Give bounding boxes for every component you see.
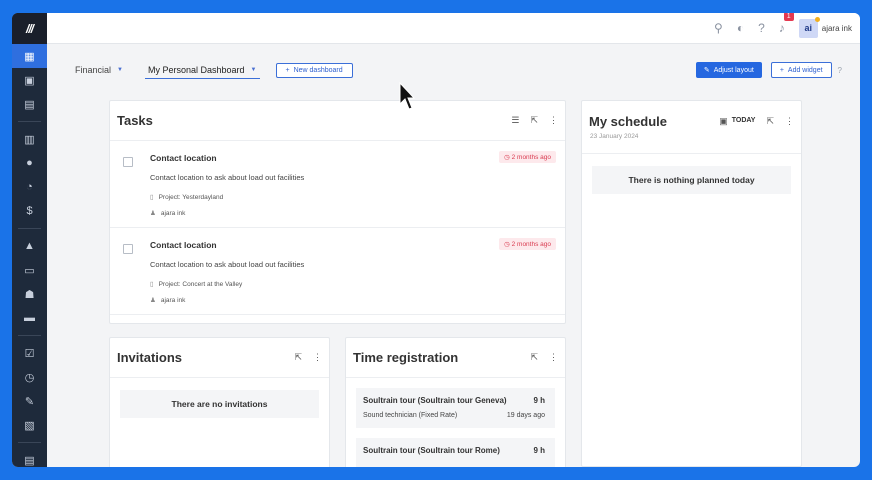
- calendar-icon[interactable]: ▣: [12, 68, 47, 92]
- due-badge: ◷ 2 months ago: [499, 238, 556, 250]
- chat-icon[interactable]: ▤: [12, 448, 47, 467]
- top-bar: ⚲ ◐ ? ♪ 1 ai ajara ink: [47, 13, 860, 44]
- help-circle-icon[interactable]: ?: [838, 66, 842, 75]
- plus-icon: +: [285, 66, 290, 74]
- open-external-icon[interactable]: ⇱: [530, 352, 538, 363]
- help-icon[interactable]: ?: [758, 21, 765, 35]
- theme-icon[interactable]: ◐: [737, 21, 744, 35]
- clock-icon: ◷: [504, 241, 510, 248]
- open-external-icon[interactable]: ⇱: [766, 116, 774, 127]
- shapes-icon[interactable]: ▲: [12, 234, 47, 258]
- time-registration-widget: Time registration ⇱ ⋮ Soultrain tour (So…: [345, 337, 566, 467]
- caret-down-icon: ▼: [250, 66, 257, 73]
- avatar[interactable]: ai: [798, 16, 820, 38]
- document-icon: ▯: [150, 281, 154, 288]
- task-checkbox[interactable]: [123, 244, 133, 254]
- task-checkbox[interactable]: [123, 157, 133, 167]
- open-external-icon[interactable]: ⇱: [530, 115, 538, 126]
- more-vert-icon[interactable]: ⋮: [549, 115, 558, 126]
- person-icon[interactable]: ●: [12, 151, 47, 175]
- adjust-layout-button[interactable]: ✎ Adjust layout: [695, 62, 762, 78]
- app-window: /// ▦ ▣ ▤ ▥ ● ◔ $ ▲ ▭ ☗ ▬ ☑ ◷ ✎ ▧ ▤ ⌄ ⚲ …: [12, 13, 860, 467]
- bell-icon[interactable]: ♪ 1: [779, 13, 794, 35]
- pencil-icon: ✎: [703, 67, 710, 74]
- schedule-widget: My schedule ▣ TODAY ⇱ ⋮ 23 January 2024 …: [581, 100, 802, 467]
- active-dashboard-select[interactable]: My Personal Dashboard ▼: [144, 61, 260, 79]
- wrench-icon[interactable]: ✎: [12, 389, 47, 413]
- tasks-widget: Tasks ☰ ⇱ ⋮ Contact location Contact loc…: [109, 100, 566, 324]
- notification-badge: 1: [783, 13, 794, 21]
- open-external-icon[interactable]: ⇱: [294, 352, 302, 363]
- invitations-widget: Invitations ⇱ ⋮ There are no invitations: [109, 337, 330, 467]
- more-vert-icon[interactable]: ⋮: [549, 352, 558, 363]
- group-icon[interactable]: ☗: [12, 282, 47, 306]
- filter-icon[interactable]: ☰: [511, 115, 519, 126]
- document-icon: ▯: [150, 194, 154, 201]
- widget-title: Invitations: [117, 350, 183, 365]
- app-logo[interactable]: ///: [12, 13, 47, 44]
- clock-icon[interactable]: ◷: [12, 365, 47, 389]
- widget-title: My schedule: [589, 114, 668, 129]
- chart-icon[interactable]: ◔: [12, 175, 47, 199]
- due-badge: ◷ 2 months ago: [499, 151, 556, 163]
- plus-icon: +: [779, 66, 784, 74]
- empty-state: There are no invitations: [120, 390, 319, 418]
- schedule-date: 23 January 2024: [590, 133, 639, 140]
- left-nav-rail: /// ▦ ▣ ▤ ▥ ● ◔ $ ▲ ▭ ☗ ▬ ☑ ◷ ✎ ▧ ▤ ⌄: [12, 13, 47, 467]
- time-entry[interactable]: Soultrain tour (Soultrain tour Geneva) 9…: [356, 388, 555, 428]
- more-vert-icon[interactable]: ⋮: [785, 116, 794, 127]
- task-item[interactable]: Contact location Contact location to ask…: [110, 228, 565, 315]
- dashboard-select[interactable]: Financial ▼: [75, 61, 123, 79]
- truck-icon[interactable]: ▬: [12, 306, 47, 330]
- checklist-icon[interactable]: ☑: [12, 341, 47, 365]
- calendar-add-icon[interactable]: ▤: [12, 92, 47, 116]
- search-icon[interactable]: ⚲: [714, 21, 723, 35]
- id-card-icon[interactable]: ▭: [12, 258, 47, 282]
- more-vert-icon[interactable]: ⋮: [313, 352, 322, 363]
- add-widget-button[interactable]: + Add widget: [770, 62, 832, 78]
- new-dashboard-button[interactable]: + New dashboard: [275, 62, 353, 78]
- status-dot: [814, 16, 820, 22]
- calendar-icon[interactable]: ▣: [719, 116, 728, 127]
- task-item[interactable]: Contact location Contact location to ask…: [110, 141, 565, 228]
- dashboard-toolbar: Financial ▼ My Personal Dashboard ▼ + New d…: [75, 61, 842, 79]
- username[interactable]: ajara ink: [822, 24, 852, 33]
- empty-state: There is nothing planned today: [592, 166, 791, 194]
- widget-title: Tasks: [117, 113, 153, 128]
- report-icon[interactable]: ▧: [12, 413, 47, 437]
- caret-down-icon: ▼: [117, 67, 123, 73]
- clock-icon: ◷: [504, 154, 510, 161]
- user-icon: ♟: [150, 210, 156, 217]
- dashboard-icon[interactable]: ▦: [12, 44, 47, 68]
- time-entry[interactable]: Soultrain tour (Soultrain tour Rome) 9 h: [356, 438, 555, 467]
- widget-title: Time registration: [353, 350, 459, 365]
- mouse-cursor-icon: [399, 82, 415, 110]
- today-button[interactable]: TODAY: [732, 117, 756, 124]
- user-icon: ♟: [150, 297, 156, 304]
- dollar-icon[interactable]: $: [12, 199, 47, 223]
- table-icon[interactable]: ▥: [12, 127, 47, 151]
